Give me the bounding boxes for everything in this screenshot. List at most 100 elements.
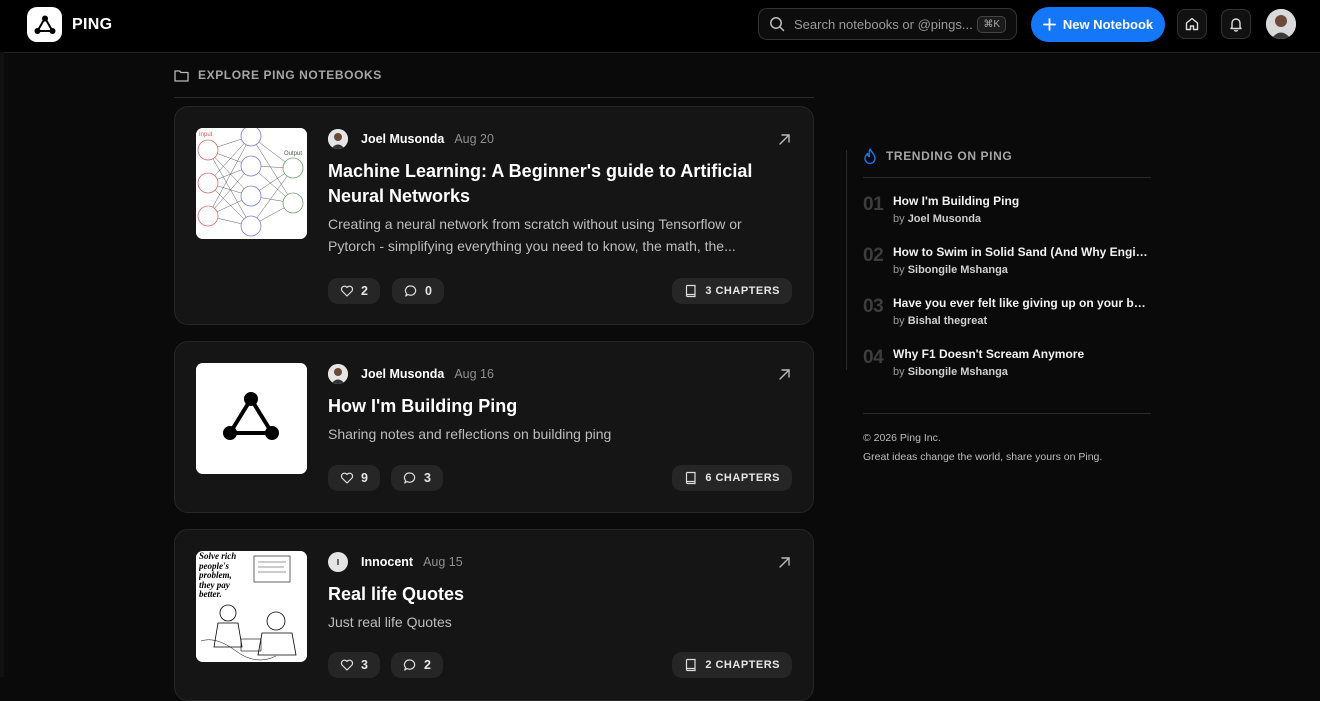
folder-icon bbox=[174, 69, 189, 82]
like-count: 3 bbox=[361, 658, 368, 672]
notebook-title[interactable]: Machine Learning: A Beginner's guide to … bbox=[328, 159, 768, 209]
book-icon bbox=[686, 471, 696, 485]
heart-icon bbox=[340, 285, 354, 297]
notebook-card[interactable]: Solve rich people's problem, they pay be… bbox=[174, 529, 814, 701]
trending-item-title[interactable]: How I'm Building Ping bbox=[893, 194, 1149, 208]
notebook-thumbnail: Solve rich people's problem, they pay be… bbox=[196, 551, 307, 662]
avatar-image-icon bbox=[1266, 9, 1296, 39]
sidebar-divider bbox=[846, 150, 847, 370]
by-prefix: by bbox=[893, 264, 905, 276]
avatar-image-icon bbox=[328, 364, 348, 384]
search-input[interactable]: Search notebooks or @pings... ⌘K bbox=[758, 8, 1017, 40]
post-date: Aug 20 bbox=[454, 132, 494, 146]
trending-item-author[interactable]: by Sibongile Mshanga bbox=[893, 366, 1008, 378]
trending-item-title[interactable]: How to Swim in Solid Sand (And Why Engin… bbox=[893, 245, 1149, 259]
comment-count: 3 bbox=[424, 471, 431, 485]
chapters-button[interactable]: 6 CHAPTERS bbox=[672, 465, 792, 491]
trending-item-author[interactable]: by Sibongile Mshanga bbox=[893, 264, 1008, 276]
like-button[interactable]: 9 bbox=[328, 465, 380, 491]
trending-header: TRENDING ON PING bbox=[863, 148, 1012, 164]
cartoon-sketch-icon: Solve rich people's problem, they pay be… bbox=[196, 551, 307, 662]
neural-network-diagram-icon: Input Output bbox=[196, 128, 307, 239]
trending-title: TRENDING ON PING bbox=[886, 149, 1013, 163]
notebook-card[interactable]: Input Output Joel Musonda Aug 20 Machine… bbox=[174, 106, 814, 325]
author-row[interactable]: Joel Musonda Aug 20 bbox=[328, 129, 494, 149]
author-name[interactable]: Bishal thegreat bbox=[908, 315, 987, 327]
explore-header: EXPLORE PING NOTEBOOKS bbox=[174, 68, 382, 82]
like-button[interactable]: 3 bbox=[328, 652, 380, 678]
brand[interactable]: PING bbox=[27, 7, 112, 42]
author-name[interactable]: Innocent bbox=[361, 555, 413, 569]
notebook-thumbnail bbox=[196, 363, 307, 474]
notebook-description: Just real life Quotes bbox=[328, 614, 452, 630]
chapters-button[interactable]: 2 CHAPTERS bbox=[672, 652, 792, 678]
trending-item-author[interactable]: by Joel Musonda bbox=[893, 213, 981, 225]
footer-copyright: © 2026 Ping Inc. bbox=[863, 432, 941, 444]
brand-name: PING bbox=[72, 15, 113, 33]
comment-button[interactable]: 2 bbox=[391, 652, 443, 678]
comment-icon bbox=[403, 659, 416, 671]
author-row[interactable]: Joel Musonda Aug 16 bbox=[328, 364, 494, 384]
heart-icon bbox=[340, 472, 354, 484]
author-name[interactable]: Joel Musonda bbox=[908, 213, 981, 225]
author-initial: I bbox=[336, 557, 340, 567]
chapters-count: 3 CHAPTERS bbox=[705, 285, 780, 297]
comment-count: 0 bbox=[425, 284, 432, 298]
trending-item-author[interactable]: by Bishal thegreat bbox=[893, 315, 987, 327]
new-notebook-button[interactable]: New Notebook bbox=[1031, 7, 1165, 42]
avatar-image-icon bbox=[328, 129, 348, 149]
author-name[interactable]: Joel Musonda bbox=[361, 132, 444, 146]
trending-item-title[interactable]: Have you ever felt like giving up on you… bbox=[893, 296, 1149, 310]
thumbnail-quote: Solve rich people's problem, they pay be… bbox=[199, 552, 237, 599]
search-icon bbox=[770, 17, 785, 32]
author-avatar: I bbox=[328, 552, 348, 572]
ping-logo-icon bbox=[27, 7, 62, 42]
like-count: 2 bbox=[361, 284, 368, 298]
author-name[interactable]: Sibongile Mshanga bbox=[908, 264, 1008, 276]
trending-rank: 01 bbox=[863, 194, 884, 215]
arrow-up-right-icon[interactable] bbox=[778, 368, 791, 381]
notebook-title[interactable]: How I'm Building Ping bbox=[328, 394, 768, 419]
author-name[interactable]: Sibongile Mshanga bbox=[908, 366, 1008, 378]
home-icon bbox=[1185, 17, 1199, 31]
notebook-card[interactable]: Joel Musonda Aug 16 How I'm Building Pin… bbox=[174, 341, 814, 513]
arrow-up-right-icon[interactable] bbox=[778, 556, 791, 569]
notebook-thumbnail: Input Output bbox=[196, 128, 307, 239]
user-avatar[interactable] bbox=[1266, 9, 1296, 39]
arrow-up-right-icon[interactable] bbox=[778, 133, 791, 146]
plus-icon bbox=[1042, 18, 1056, 31]
footer-tagline: Great ideas change the world, share your… bbox=[863, 451, 1103, 463]
divider bbox=[174, 97, 814, 98]
bell-icon bbox=[1230, 18, 1242, 32]
notebook-description: Sharing notes and reflections on buildin… bbox=[328, 426, 612, 442]
notifications-button[interactable] bbox=[1221, 9, 1251, 39]
chapters-count: 2 CHAPTERS bbox=[705, 659, 780, 671]
search-placeholder: Search notebooks or @pings... bbox=[794, 16, 973, 32]
left-edge bbox=[0, 52, 4, 677]
by-prefix: by bbox=[893, 366, 905, 378]
post-date: Aug 15 bbox=[423, 555, 463, 569]
thumbnail-output-label: Output bbox=[284, 151, 302, 157]
chapters-count: 6 CHAPTERS bbox=[705, 472, 780, 484]
comment-icon bbox=[403, 472, 416, 484]
like-button[interactable]: 2 bbox=[328, 278, 380, 304]
author-row[interactable]: I Innocent Aug 15 bbox=[328, 552, 463, 572]
trending-rank: 04 bbox=[863, 347, 884, 368]
notebook-description: Creating a neural network from scratch w… bbox=[328, 216, 742, 254]
by-prefix: by bbox=[893, 213, 905, 225]
thumbnail-input-label: Input bbox=[199, 132, 213, 138]
home-button[interactable] bbox=[1177, 9, 1207, 39]
explore-title: EXPLORE PING NOTEBOOKS bbox=[198, 68, 382, 82]
notebook-title[interactable]: Real life Quotes bbox=[328, 582, 768, 607]
trending-item-title[interactable]: Why F1 Doesn't Scream Anymore bbox=[893, 347, 1149, 361]
comment-button[interactable]: 3 bbox=[391, 465, 443, 491]
post-date: Aug 16 bbox=[454, 367, 494, 381]
trending-rank: 02 bbox=[863, 245, 884, 266]
book-icon bbox=[686, 658, 696, 672]
comment-icon bbox=[404, 285, 417, 297]
author-name[interactable]: Joel Musonda bbox=[361, 367, 444, 381]
ping-logo-icon bbox=[196, 363, 307, 474]
by-prefix: by bbox=[893, 315, 905, 327]
comment-button[interactable]: 0 bbox=[392, 278, 444, 304]
chapters-button[interactable]: 3 CHAPTERS bbox=[672, 278, 792, 304]
